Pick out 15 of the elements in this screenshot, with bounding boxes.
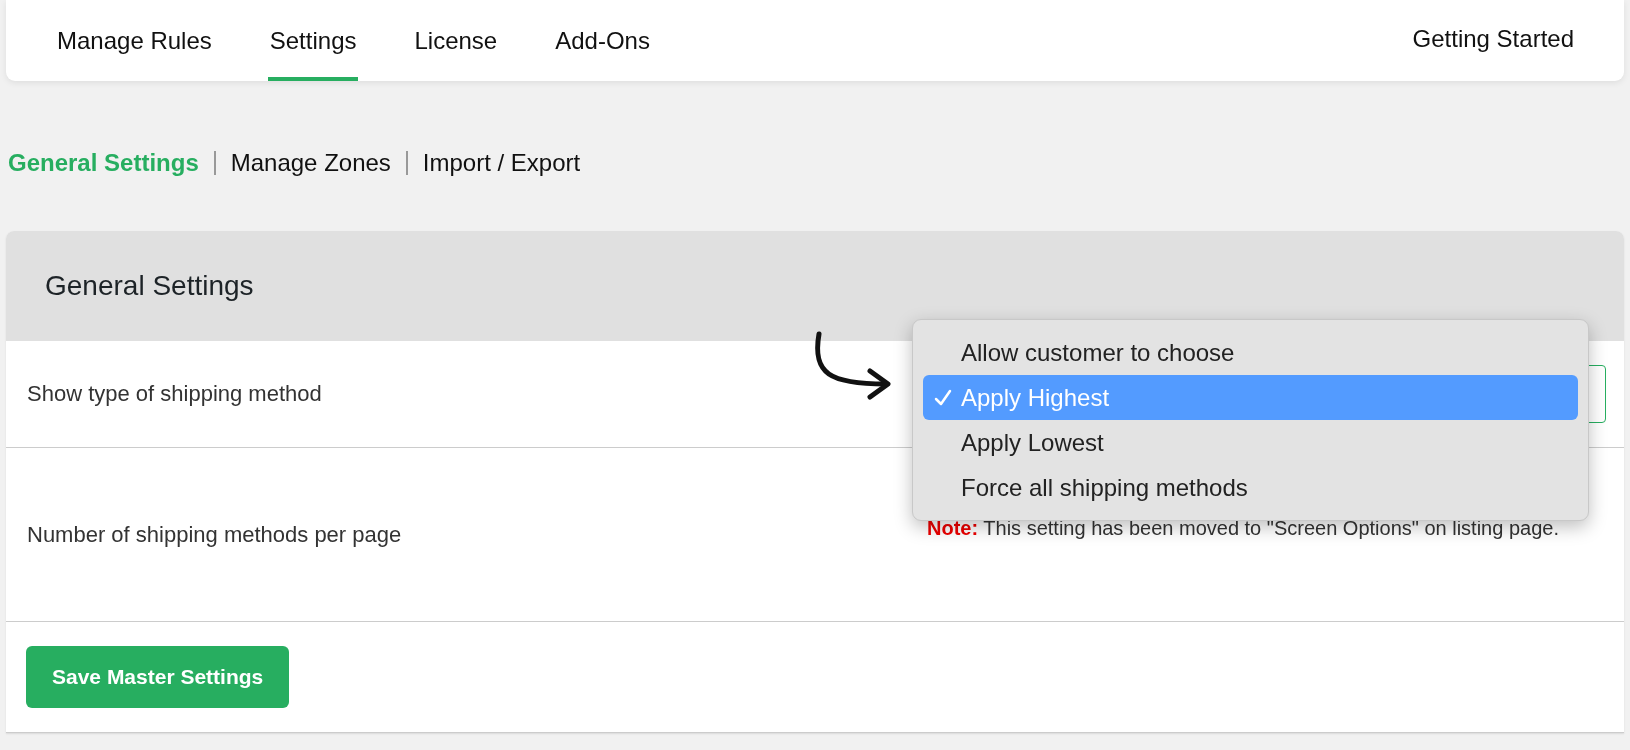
subnav-link[interactable]: Manage Zones bbox=[230, 149, 391, 177]
check-icon bbox=[933, 387, 953, 408]
dropdown-option[interactable]: Apply Lowest bbox=[923, 420, 1578, 465]
getting-started-link[interactable]: Getting Started bbox=[1407, 0, 1579, 81]
nav-tab[interactable]: Settings bbox=[267, 0, 359, 81]
nav-tab[interactable]: License bbox=[412, 0, 500, 81]
dropdown-option[interactable]: Allow customer to choose bbox=[923, 330, 1578, 375]
setting-label: Number of shipping methods per page bbox=[27, 521, 403, 548]
nav-tab[interactable]: Manage Rules bbox=[55, 0, 214, 81]
nav-tab[interactable]: Add-Ons bbox=[553, 0, 652, 81]
setting-label: Show type of shipping method bbox=[27, 381, 323, 407]
panel-title: General Settings bbox=[45, 270, 254, 302]
subnav-link[interactable]: Import / Export bbox=[422, 149, 581, 177]
dropdown-option[interactable]: Force all shipping methods bbox=[923, 465, 1578, 510]
note-text: Note: This setting has been moved to "Screen Options" on listing page. bbox=[927, 515, 1560, 541]
